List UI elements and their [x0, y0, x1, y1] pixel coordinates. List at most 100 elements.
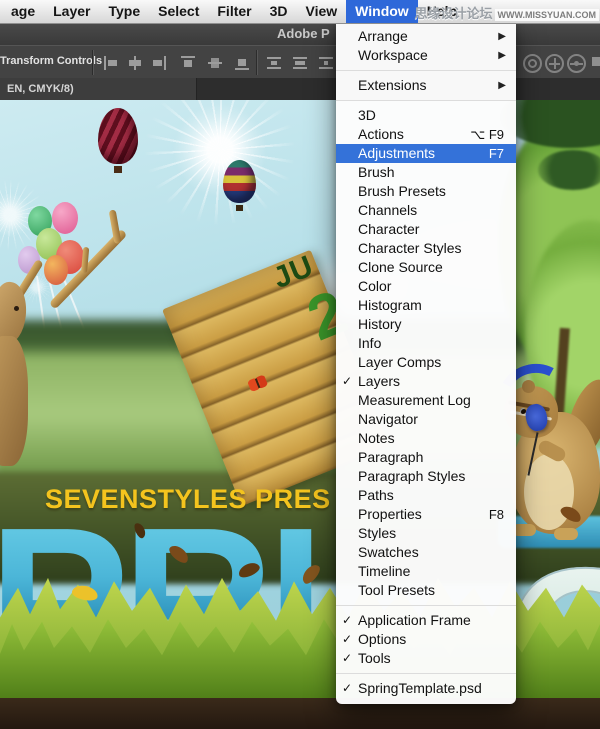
menu-separator — [336, 100, 516, 101]
watermark: 思缘设计论坛 WWW.MISSYUAN.COM — [414, 3, 599, 22]
menu-item-shortcut: ⌥ F9 — [470, 127, 504, 142]
menubar-item-view[interactable]: View — [297, 0, 347, 23]
menu-item-label: Layer Comps — [358, 354, 442, 370]
menu-item-options[interactable]: ✓ Options — [336, 630, 516, 649]
menu-item-label: Timeline — [358, 563, 411, 579]
menu-item-notes[interactable]: Notes — [336, 429, 516, 448]
toolbar-separator — [256, 50, 257, 75]
hot-air-balloon-maroon — [98, 108, 138, 173]
menu-item-styles[interactable]: Styles — [336, 524, 516, 543]
firework — [145, 100, 295, 225]
menu-item-actions[interactable]: Actions ⌥ F9 — [336, 125, 516, 144]
menu-item-info[interactable]: Info — [336, 334, 516, 353]
align-horizontal-centers-icon[interactable] — [127, 56, 143, 70]
menu-item-label: Clone Source — [358, 259, 443, 275]
watermark-en: WWW.MISSYUAN.COM — [494, 9, 599, 21]
align-vertical-centers-icon[interactable] — [207, 56, 223, 70]
menu-item-adjustments[interactable]: Adjustments F7 — [336, 144, 516, 163]
menu-item-label: Measurement Log — [358, 392, 471, 408]
party-balloon — [52, 202, 78, 234]
distribute-bottom-edges-icon[interactable] — [318, 56, 334, 70]
distribute-vertical-centers-icon[interactable] — [292, 56, 308, 70]
align-bottom-edges-icon[interactable] — [234, 56, 250, 70]
menu-item-label: Character Styles — [358, 240, 462, 256]
menubar-item-select[interactable]: Select — [149, 0, 208, 23]
3d-rotate-icon[interactable] — [523, 54, 542, 73]
transform-controls-label: Transform Controls — [0, 55, 103, 67]
menu-item-label: Brush Presets — [358, 183, 446, 199]
menu-item-label: Color — [358, 278, 392, 294]
menu-item-history[interactable]: History — [336, 315, 516, 334]
checkmark-icon: ✓ — [342, 632, 353, 646]
menubar-item-age[interactable]: age — [2, 0, 44, 23]
menu-item-3d[interactable]: 3D — [336, 106, 516, 125]
align-top-edges-icon[interactable] — [180, 56, 196, 70]
menu-item-measurement-log[interactable]: Measurement Log — [336, 391, 516, 410]
menu-item-brush-presets[interactable]: Brush Presets — [336, 182, 516, 201]
distribute-top-edges-icon[interactable] — [266, 56, 282, 70]
menu-separator — [336, 673, 516, 674]
menu-item-label: 3D — [358, 107, 376, 123]
menu-item-color[interactable]: Color — [336, 277, 516, 296]
menu-item-workspace[interactable]: Workspace ▶ — [336, 46, 516, 65]
menu-item-label: Actions — [358, 126, 404, 142]
menu-item-clone-source[interactable]: Clone Source — [336, 258, 516, 277]
menu-item-paragraph[interactable]: Paragraph — [336, 448, 516, 467]
menubar-item-3d[interactable]: 3D — [261, 0, 297, 23]
menu-item-histogram[interactable]: Histogram — [336, 296, 516, 315]
menu-item-application-frame[interactable]: ✓ Application Frame — [336, 611, 516, 630]
menu-item-label: Notes — [358, 430, 395, 446]
menu-item-paragraph-styles[interactable]: Paragraph Styles — [336, 467, 516, 486]
hot-air-balloon-multicolor — [223, 160, 256, 211]
menu-item-paths[interactable]: Paths — [336, 486, 516, 505]
menu-item-character[interactable]: Character — [336, 220, 516, 239]
menu-item-label: Paths — [358, 487, 394, 503]
menu-item-label: Navigator — [358, 411, 418, 427]
menu-item-springtemplate-psd[interactable]: ✓ SpringTemplate.psd — [336, 679, 516, 698]
menu-item-swatches[interactable]: Swatches — [336, 543, 516, 562]
menubar-item-type[interactable]: Type — [99, 0, 149, 23]
menu-item-arrange[interactable]: Arrange ▶ — [336, 27, 516, 46]
menu-item-timeline[interactable]: Timeline — [336, 562, 516, 581]
menu-item-label: Extensions — [358, 77, 427, 93]
submenu-arrow-icon: ▶ — [498, 50, 506, 61]
menu-item-character-styles[interactable]: Character Styles — [336, 239, 516, 258]
menu-separator — [336, 70, 516, 71]
menu-item-extensions[interactable]: Extensions ▶ — [336, 76, 516, 95]
menu-item-label: Paragraph — [358, 449, 424, 465]
menu-item-label: Properties — [358, 506, 422, 522]
menu-item-label: Workspace — [358, 47, 428, 63]
menu-item-properties[interactable]: Properties F8 — [336, 505, 516, 524]
checkmark-icon: ✓ — [342, 681, 353, 695]
menu-item-tool-presets[interactable]: Tool Presets — [336, 581, 516, 600]
menu-item-layers[interactable]: ✓ Layers — [336, 372, 516, 391]
menubar-item-filter[interactable]: Filter — [208, 0, 260, 23]
menu-bar-items: age Layer Type Select Filter 3D View Window Help — [0, 0, 466, 23]
menu-item-navigator[interactable]: Navigator — [336, 410, 516, 429]
watermark-cn: 思缘设计论坛 — [414, 6, 493, 21]
menu-item-channels[interactable]: Channels — [336, 201, 516, 220]
menu-item-label: Tools — [358, 650, 391, 666]
3d-slide-icon[interactable] — [567, 54, 586, 73]
3d-pan-icon[interactable] — [545, 54, 564, 73]
menu-item-tools[interactable]: ✓ Tools — [336, 649, 516, 668]
deer-body — [0, 336, 28, 466]
window-menu-dropdown: Arrange ▶ Workspace ▶ Extensions ▶ 3D Actions ⌥ … — [336, 23, 516, 704]
menu-item-label: Application Frame — [358, 612, 471, 628]
menu-item-label: Paragraph Styles — [358, 468, 466, 484]
menubar-item-window[interactable]: Window — [346, 0, 418, 23]
checkmark-icon: ✓ — [342, 374, 353, 388]
menu-separator — [336, 605, 516, 606]
document-tab[interactable]: EN, CMYK/8) — [0, 78, 197, 100]
align-right-edges-icon[interactable] — [150, 56, 166, 70]
menu-item-layer-comps[interactable]: Layer Comps — [336, 353, 516, 372]
3d-scale-icon[interactable] — [592, 57, 600, 66]
align-left-edges-icon[interactable] — [104, 56, 120, 70]
menubar-item-layer[interactable]: Layer — [44, 0, 99, 23]
submenu-arrow-icon: ▶ — [498, 31, 506, 42]
menu-item-label: Info — [358, 335, 382, 351]
menu-item-brush[interactable]: Brush — [336, 163, 516, 182]
checkmark-icon: ✓ — [342, 613, 353, 627]
toolbar-separator — [92, 50, 93, 75]
menu-item-label: Options — [358, 631, 407, 647]
